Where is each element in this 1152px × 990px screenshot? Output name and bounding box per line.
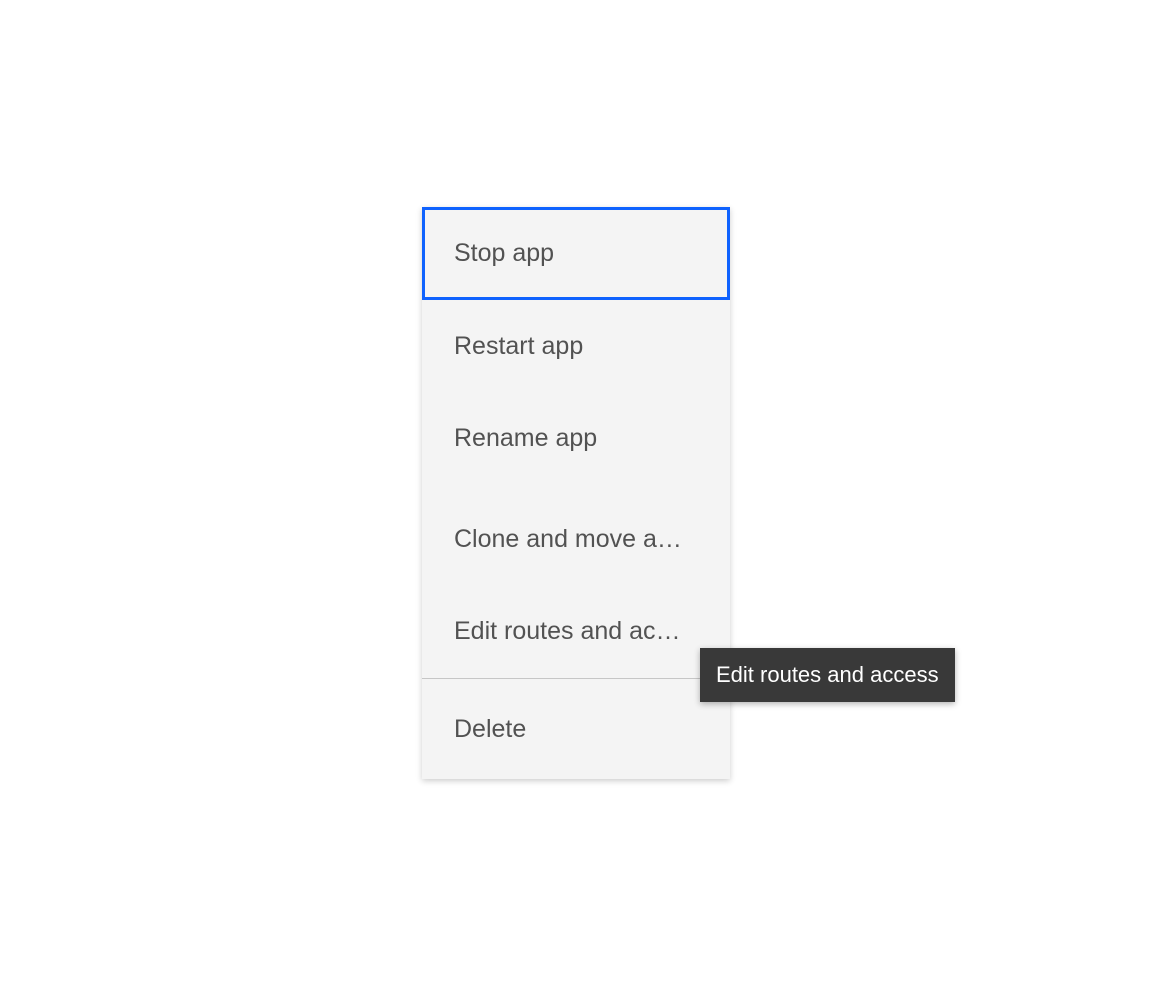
- context-menu[interactable]: Stop app Restart app Rename app Clone an…: [422, 207, 730, 779]
- menu-item-stop-app[interactable]: Stop app: [422, 207, 730, 300]
- tooltip: Edit routes and access: [700, 648, 955, 702]
- menu-item-edit-routes[interactable]: Edit routes and ac…: [422, 585, 730, 678]
- menu-item-restart-app[interactable]: Restart app: [422, 300, 730, 393]
- menu-item-rename-app[interactable]: Rename app: [422, 392, 730, 485]
- menu-item-delete[interactable]: Delete: [422, 678, 730, 780]
- menu-item-clone-move-app[interactable]: Clone and move a…: [422, 485, 730, 586]
